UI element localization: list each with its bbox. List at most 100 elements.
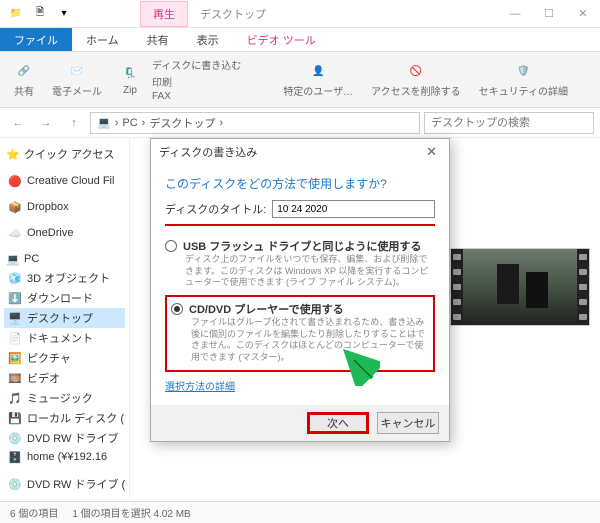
sidebar-item-dvdrw2[interactable]: 💿DVD RW ドライブ ( xyxy=(4,474,125,494)
annotation-underline xyxy=(165,224,435,226)
radio-cddvd[interactable] xyxy=(171,303,183,315)
ribbon-tabs: ファイル ホーム 共有 表示 ビデオ ツール xyxy=(0,28,600,52)
contextual-tab-play[interactable]: 再生 xyxy=(140,1,188,27)
tab-view[interactable]: 表示 xyxy=(183,28,233,51)
disc-icon: 💿 xyxy=(8,477,22,491)
sidebar-item-dropbox[interactable]: 📦Dropbox xyxy=(4,198,125,216)
sidebar-item-home[interactable]: 🗄️home (¥¥192.16 xyxy=(4,448,125,466)
dialog-close-button[interactable]: ✕ xyxy=(422,144,441,160)
burn-disc-dialog: ディスクの書き込み ✕ このディスクをどの方法で使用しますか? ディスクのタイト… xyxy=(150,138,450,442)
remove-access-label: アクセスを削除する xyxy=(371,83,461,98)
film-sprockets-icon xyxy=(451,249,463,325)
nav-tree: ⭐クイック アクセス 🔴Creative Cloud Fil 📦Dropbox … xyxy=(0,138,130,498)
tab-home[interactable]: ホーム xyxy=(72,28,133,51)
disc-title-label: ディスクのタイトル: xyxy=(165,201,266,217)
tab-file[interactable]: ファイル xyxy=(0,28,72,51)
mail-icon: ✉️ xyxy=(67,61,87,81)
shield-icon: 🛡️ xyxy=(513,61,533,81)
sidebar-item-downloads[interactable]: ⬇️ダウンロード xyxy=(4,288,125,308)
tab-video-tools[interactable]: ビデオ ツール xyxy=(233,28,330,51)
chevron-right-icon: › xyxy=(219,117,223,129)
security-button[interactable]: 🛡️ セキュリティの詳細 xyxy=(473,59,574,100)
email-label: 電子メール xyxy=(52,83,102,98)
status-selected: 1 個の項目を選択 4.02 MB xyxy=(72,505,190,520)
sidebar-item-music[interactable]: 🎵ミュージック xyxy=(4,388,125,408)
print-button[interactable]: 印刷 xyxy=(152,74,241,89)
sidebar-item-desktop[interactable]: 🖥️デスクトップ xyxy=(4,308,125,328)
option-cddvd[interactable]: CD/DVD プレーヤーで使用する ファイルはグループ化されて書き込まれるため、… xyxy=(165,295,435,372)
sidebar-item-3d[interactable]: 🧊3D オブジェクト xyxy=(4,268,125,288)
qat-dropdown-icon[interactable]: ▾ xyxy=(56,6,72,22)
search-input[interactable] xyxy=(424,112,594,134)
doc-icon: 🗎 xyxy=(32,6,48,22)
dialog-titlebar: ディスクの書き込み ✕ xyxy=(151,139,449,165)
share-label: 共有 xyxy=(14,83,34,98)
quick-access[interactable]: ⭐クイック アクセス xyxy=(4,144,125,164)
email-button[interactable]: ✉️ 電子メール xyxy=(46,59,108,100)
option-cddvd-title: CD/DVD プレーヤーで使用する xyxy=(189,301,344,317)
share-icon: 🔗 xyxy=(14,61,34,81)
sidebar-item-videos[interactable]: 🎞️ビデオ xyxy=(4,368,125,388)
status-bar: 6 個の項目 1 個の項目を選択 4.02 MB xyxy=(0,501,600,523)
next-button[interactable]: 次へ xyxy=(307,412,369,434)
specific-user-button[interactable]: 👤 特定のユーザ… xyxy=(277,59,359,100)
sidebar-item-onedrive[interactable]: ☁️OneDrive xyxy=(4,224,125,242)
sidebar-item-dvdrw[interactable]: 💿DVD RW ドライブ xyxy=(4,428,125,448)
titlebar: 📁 🗎 ▾ 再生 デスクトップ — ☐ ✕ xyxy=(0,0,600,28)
disc-title-input[interactable] xyxy=(272,200,435,218)
pc-icon: 💻 xyxy=(6,252,20,266)
chevron-right-icon: › xyxy=(142,117,146,129)
security-label: セキュリティの詳細 xyxy=(479,83,568,98)
disk-icon: 💾 xyxy=(8,411,22,425)
status-items: 6 個の項目 xyxy=(10,505,58,520)
forward-button[interactable]: → xyxy=(34,112,58,134)
cube-icon: 🧊 xyxy=(8,271,22,285)
up-button[interactable]: ↑ xyxy=(62,112,86,134)
cloud-icon: 🔴 xyxy=(8,174,22,188)
address-bar: ← → ↑ 💻 › PC › デスクトップ › xyxy=(0,108,600,138)
onedrive-icon: ☁️ xyxy=(8,226,22,240)
radio-usb[interactable] xyxy=(165,240,177,252)
video-thumbnail[interactable] xyxy=(450,248,590,326)
sidebar-item-pc[interactable]: 💻PC xyxy=(4,250,125,268)
minimize-button[interactable]: — xyxy=(498,0,532,28)
back-button[interactable]: ← xyxy=(6,112,30,134)
option-usb-desc: ディスク上のファイルをいつでも保存、編集、および削除できます。このディスクは W… xyxy=(165,254,435,289)
fax-button[interactable]: FAX xyxy=(152,91,241,102)
desktop-icon: 🖥️ xyxy=(8,311,22,325)
chevron-right-icon: › xyxy=(115,117,119,129)
sidebar-item-localdisk[interactable]: 💾ローカル ディスク ( xyxy=(4,408,125,428)
learn-more-link[interactable]: 選択方法の詳細 xyxy=(165,372,235,397)
user-icon: 👤 xyxy=(308,61,328,81)
document-icon: 📄 xyxy=(8,331,22,345)
close-button[interactable]: ✕ xyxy=(566,0,600,28)
maximize-button[interactable]: ☐ xyxy=(532,0,566,28)
dialog-footer: 次へ キャンセル xyxy=(151,405,449,441)
sidebar-item-creative[interactable]: 🔴Creative Cloud Fil xyxy=(4,172,125,190)
sidebar-item-pictures[interactable]: 🖼️ピクチャ xyxy=(4,348,125,368)
quick-access-label: クイック アクセス xyxy=(24,146,115,162)
option-usb[interactable]: USB フラッシュ ドライブと同じように使用する ディスク上のファイルをいつでも… xyxy=(165,234,435,295)
thumbnail-image xyxy=(463,249,577,325)
netdrive-icon: 🗄️ xyxy=(8,450,22,464)
folder-icon: 📁 xyxy=(8,6,24,22)
cancel-button[interactable]: キャンセル xyxy=(377,412,439,434)
crumb-desktop[interactable]: デスクトップ xyxy=(149,115,215,131)
crumb-pc[interactable]: PC xyxy=(122,117,137,129)
tab-share[interactable]: 共有 xyxy=(133,28,183,51)
disc-icon: 💿 xyxy=(8,431,22,445)
dialog-title: ディスクの書き込み xyxy=(159,144,257,160)
zip-icon: 🗜️ xyxy=(120,63,140,83)
window-title: デスクトップ xyxy=(200,6,266,22)
remove-access-button[interactable]: 🚫アクセスを削除する xyxy=(365,59,467,100)
sidebar-item-documents[interactable]: 📄ドキュメント xyxy=(4,328,125,348)
pc-icon: 💻 xyxy=(97,116,111,129)
burn-disc-button[interactable]: ディスクに書き込む xyxy=(152,57,241,72)
share-button[interactable]: 🔗 共有 xyxy=(8,59,40,100)
specific-user-label: 特定のユーザ… xyxy=(283,83,353,98)
breadcrumb[interactable]: 💻 › PC › デスクトップ › xyxy=(90,112,420,134)
zip-button[interactable]: 🗜️Zip xyxy=(114,61,146,98)
qat: 📁 🗎 ▾ xyxy=(0,6,80,22)
ribbon-group-send: ディスクに書き込む 印刷 FAX xyxy=(152,57,241,102)
option-usb-title: USB フラッシュ ドライブと同じように使用する xyxy=(183,238,421,254)
